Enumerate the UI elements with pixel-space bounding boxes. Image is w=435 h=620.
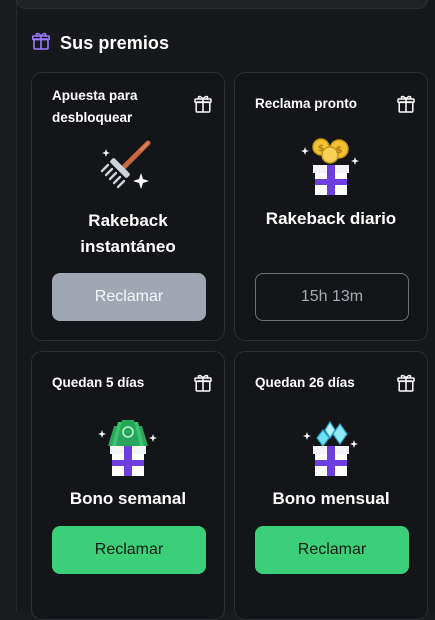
gift-box-diamonds-icon [299, 416, 363, 480]
gift-icon[interactable] [192, 93, 214, 115]
svg-text:$: $ [336, 145, 343, 156]
card-label: Quedan 26 días [255, 375, 355, 390]
card-title: Bono semanal [69, 489, 187, 508]
section-header: Sus premios [31, 32, 169, 54]
gift-box-coins-icon: $ $ [299, 135, 363, 199]
countdown-button[interactable]: 15h 13m [255, 273, 409, 321]
card-label: Apuesta para desbloquear [52, 88, 138, 125]
claim-button[interactable]: Reclamar [52, 273, 206, 321]
card-title: Bono mensual [272, 489, 390, 508]
card-title: Rakeback instantáneo [80, 211, 176, 256]
reward-card-weekly-bonus: Quedan 5 días Bono semanal Reclamar [31, 351, 225, 620]
claim-button[interactable]: Reclamar [52, 526, 206, 574]
top-card-edge [16, 0, 428, 9]
svg-text:$: $ [318, 144, 324, 154]
card-label: Reclama pronto [255, 96, 358, 111]
rewards-grid: Apuesta para desbloquear Rakeback instan… [31, 72, 428, 620]
reward-card-instant-rakeback: Apuesta para desbloquear Rakeback instan… [31, 72, 225, 341]
rake-icon [96, 135, 160, 199]
card-label: Quedan 5 días [52, 375, 145, 390]
card-title: Rakeback diario [265, 209, 397, 228]
gift-icon[interactable] [395, 372, 417, 394]
section-title: Sus premios [60, 32, 170, 53]
gift-icon [31, 31, 51, 56]
gift-icon[interactable] [395, 93, 417, 115]
claim-button[interactable]: Reclamar [255, 526, 409, 574]
reward-card-monthly-bonus: Quedan 26 días Bono mensual Reclamar [234, 351, 428, 620]
gift-icon[interactable] [192, 372, 214, 394]
reward-card-daily-rakeback: Reclama pronto $ $ Rakeback diario 15h 1… [234, 72, 428, 341]
gift-box-cash-icon [96, 416, 160, 480]
